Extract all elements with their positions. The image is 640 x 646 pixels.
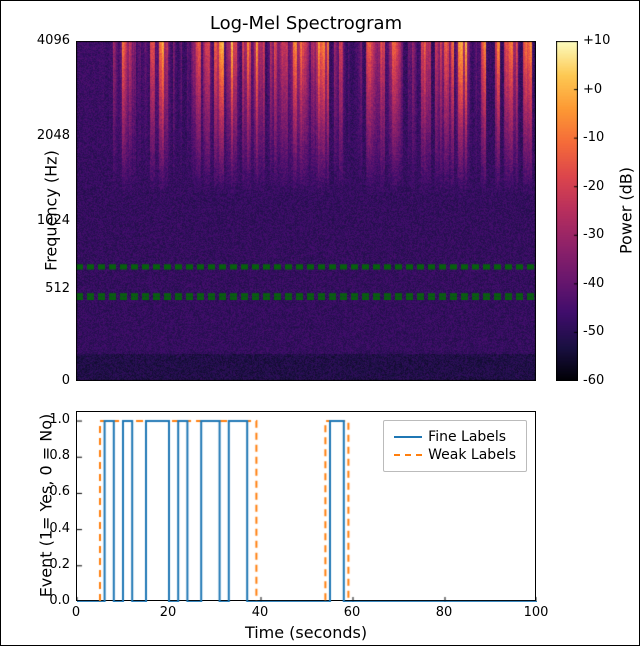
tick-label: +10 [583, 33, 610, 48]
tick-label: 0.8 [30, 448, 70, 463]
event-ylabel: Event (1= Yes, 0 = No) [37, 406, 56, 606]
tick-label: 80 [424, 605, 464, 620]
tick-label: -50 [583, 324, 604, 339]
line-icon [394, 436, 422, 438]
tick-label: -20 [583, 179, 604, 194]
spectrogram-title: Log-Mel Spectrogram [76, 13, 536, 34]
tick-label: 512 [30, 281, 70, 296]
tick-label: 0.6 [30, 484, 70, 499]
legend-label: Weak Labels [428, 447, 516, 463]
event-legend: Fine Labels Weak Labels [383, 420, 527, 472]
tick-label: -30 [583, 227, 604, 242]
dashed-line-icon [394, 454, 422, 456]
tick-label: -10 [583, 130, 604, 145]
colorbar [556, 41, 578, 381]
figure-frame: Log-Mel Spectrogram Frequency (Hz) Power… [0, 0, 640, 646]
spectrogram-heatmap [76, 41, 536, 381]
spectrogram-axes [76, 41, 536, 381]
tick-label: -40 [583, 276, 604, 291]
tick-label: 100 [516, 605, 556, 620]
event-axes: Fine Labels Weak Labels [76, 411, 536, 601]
spectrogram-ylabel: Frequency (Hz) [42, 131, 61, 291]
tick-label: 40 [240, 605, 280, 620]
tick-label: 60 [332, 605, 372, 620]
tick-label: 4096 [30, 33, 70, 48]
legend-item-fine: Fine Labels [394, 429, 516, 445]
tick-label: +0 [583, 82, 602, 97]
legend-label: Fine Labels [428, 429, 506, 445]
tick-label: 2048 [30, 128, 70, 143]
tick-label: 0 [30, 373, 70, 388]
tick-label: 0.2 [30, 557, 70, 572]
tick-label: -60 [583, 373, 604, 388]
tick-label: 20 [148, 605, 188, 620]
tick-label: 0.4 [30, 521, 70, 536]
colorbar-label: Power (dB) [617, 151, 636, 271]
tick-label: 0.0 [30, 593, 70, 608]
event-xlabel: Time (seconds) [76, 623, 536, 642]
tick-label: 1.0 [30, 412, 70, 427]
legend-item-weak: Weak Labels [394, 447, 516, 463]
tick-label: 1024 [30, 213, 70, 228]
colorbar-gradient [556, 41, 578, 381]
